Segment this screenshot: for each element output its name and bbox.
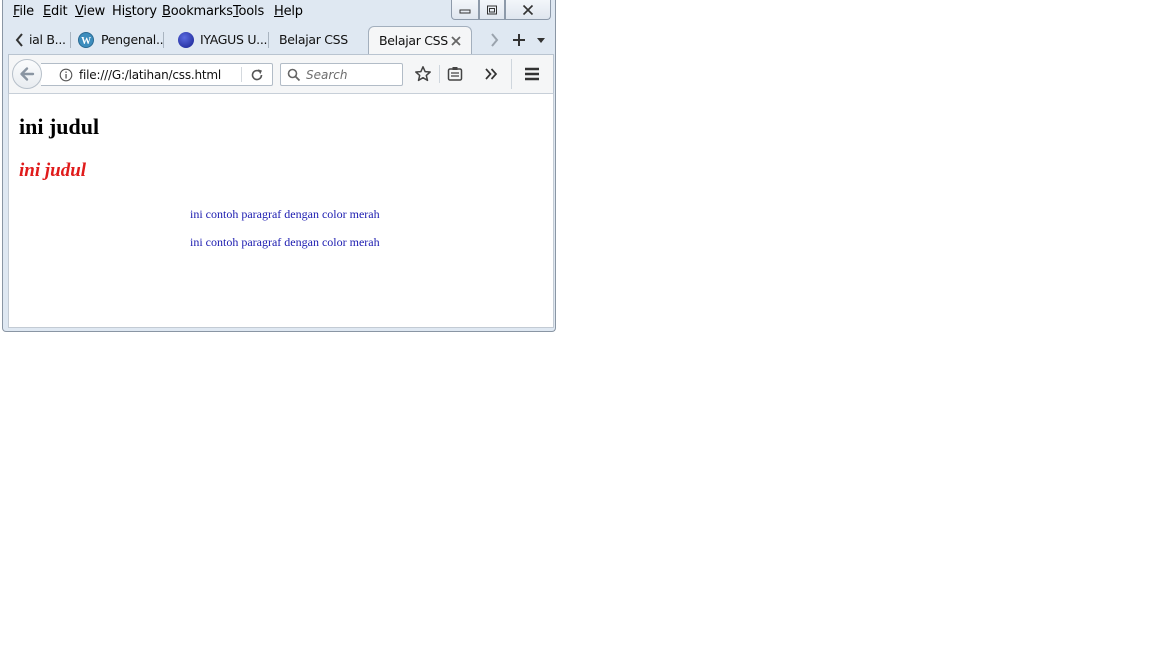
close-tab-button[interactable] bbox=[449, 27, 463, 55]
tab-label: Pengenal... bbox=[101, 32, 164, 47]
tab-label: Belajar CSS bbox=[279, 32, 348, 47]
bookmark-star-icon[interactable] bbox=[414, 65, 432, 83]
site-globe-icon bbox=[178, 32, 194, 48]
tab-label: ial B... bbox=[29, 32, 66, 47]
paragraph-2: ini contoh paragraf dengan color merah bbox=[190, 235, 380, 249]
menu-view[interactable]: View bbox=[75, 4, 105, 19]
menu-help[interactable]: Help bbox=[274, 4, 303, 19]
wordpress-icon: W bbox=[78, 32, 94, 48]
new-tab-button[interactable] bbox=[509, 26, 529, 54]
restore-icon bbox=[487, 5, 497, 14]
page-heading-2: ini judul bbox=[19, 160, 87, 181]
tab-list-icon bbox=[537, 38, 545, 43]
search-icon bbox=[287, 68, 301, 82]
search-input[interactable]: Search bbox=[306, 68, 348, 82]
tab-scroll-left-button[interactable] bbox=[9, 26, 29, 54]
tab-scroll-right-button[interactable] bbox=[485, 26, 505, 54]
browser-window: File Edit View History Bookmarks Tools H… bbox=[2, 0, 556, 332]
back-button[interactable] bbox=[12, 59, 42, 89]
tab-2[interactable]: W Pengenal... bbox=[71, 26, 164, 54]
close-tab-icon bbox=[451, 36, 461, 46]
page-content: ini judul ini judul ini contoh paragraf … bbox=[8, 94, 554, 328]
tab-1[interactable]: ial B... bbox=[29, 26, 71, 54]
back-arrow-icon bbox=[20, 67, 35, 81]
tab-list-button[interactable] bbox=[531, 26, 551, 54]
maximize-button[interactable] bbox=[479, 0, 505, 20]
menu-history[interactable]: History bbox=[112, 4, 157, 19]
info-icon[interactable] bbox=[59, 68, 73, 82]
menu-file[interactable]: File bbox=[13, 4, 34, 19]
page-heading-1: ini judul bbox=[19, 114, 100, 139]
scroll-right-icon bbox=[491, 33, 499, 47]
paragraph-1: ini contoh paragraf dengan color merah bbox=[190, 207, 380, 221]
tab-active[interactable]: Belajar CSS bbox=[368, 26, 472, 55]
minimize-button[interactable] bbox=[451, 0, 479, 20]
menu-bookmarks[interactable]: Bookmarks bbox=[162, 4, 233, 19]
scroll-left-icon bbox=[15, 33, 23, 47]
tab-3[interactable]: IYAGUS U... bbox=[164, 26, 269, 54]
menu-tools[interactable]: Tools bbox=[233, 4, 264, 19]
url-bar[interactable]: file:///G:/latihan/css.html bbox=[41, 63, 273, 86]
close-window-button[interactable] bbox=[505, 0, 551, 20]
menu-edit[interactable]: Edit bbox=[43, 4, 68, 19]
tab-label: IYAGUS U... bbox=[200, 32, 268, 47]
url-text[interactable]: file:///G:/latihan/css.html bbox=[79, 68, 221, 82]
tab-label: Belajar CSS bbox=[379, 33, 448, 48]
close-window-icon bbox=[522, 4, 534, 15]
menu-bar: File Edit View History Bookmarks Tools H… bbox=[3, 0, 555, 24]
reader-icon[interactable] bbox=[446, 65, 464, 83]
tab-4[interactable]: Belajar CSS bbox=[269, 26, 367, 54]
search-bar[interactable]: Search bbox=[280, 63, 403, 86]
navigation-toolbar: file:///G:/latihan/css.html Search bbox=[8, 54, 554, 94]
overflow-icon[interactable] bbox=[483, 66, 499, 82]
hamburger-menu-icon[interactable] bbox=[523, 65, 541, 83]
minimize-icon bbox=[459, 9, 471, 13]
new-tab-icon bbox=[513, 34, 525, 46]
reload-icon[interactable] bbox=[249, 67, 265, 83]
tab-strip: ial B... W Pengenal... IYAGUS U... Belaj… bbox=[3, 26, 555, 55]
svg-text:W: W bbox=[81, 36, 91, 47]
